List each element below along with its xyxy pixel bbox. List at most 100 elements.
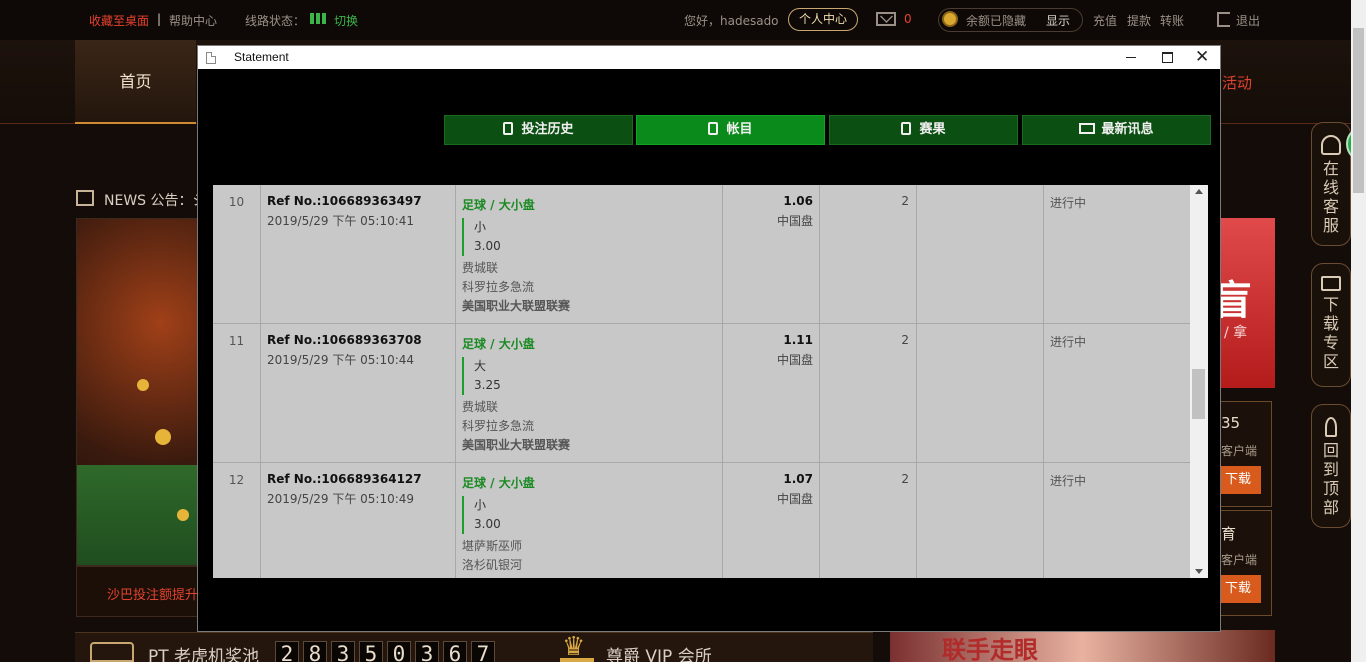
slot-machine-icon [90, 642, 134, 662]
odds-cell: 1.07 中国盘 [723, 463, 820, 578]
maximize-button[interactable] [1149, 46, 1185, 69]
download-box-2: 育 客户端 下载 [1220, 510, 1272, 616]
match-teams: 堪萨斯巫师 洛杉矶银河 [462, 537, 722, 575]
jackpot-digit: 7 [471, 641, 495, 662]
stake-amount: 2 [820, 463, 917, 578]
banner-caption[interactable]: 沙巴投注额提升 [76, 566, 198, 617]
pick-side: 小 [474, 220, 487, 234]
tab-results[interactable]: 赛果 [829, 115, 1018, 145]
home-team: 堪萨斯巫师 [462, 539, 523, 553]
coin-graphic [137, 379, 149, 391]
game-banner[interactable]: 联手走眼 [890, 630, 1275, 662]
jackpot-counter: 2 8 3 5 0 3 6 7 [275, 641, 495, 662]
envelope-icon [1079, 123, 1096, 134]
ref-number: Ref No.:106689364127 [267, 472, 422, 486]
away-team: 科罗拉多急流 [462, 419, 535, 433]
transfer-link[interactable]: 转账 [1160, 12, 1184, 29]
bet-datetime: 2019/5/29 下午 05:10:49 [267, 492, 415, 506]
scroll-down-icon[interactable] [1195, 569, 1203, 574]
table-scroll-thumb[interactable] [1192, 369, 1205, 419]
odds-value: 1.11 [783, 333, 813, 347]
jackpot-digit: 3 [331, 641, 355, 662]
page-scroll-thumb[interactable] [1353, 28, 1364, 193]
side-button-back-to-top[interactable]: 回到顶部 [1311, 404, 1351, 528]
side-button-download[interactable]: 下载专区 [1311, 263, 1351, 387]
bet-details: 足球 / 大小盘 小 3.00 费城联 科罗拉多急流 美国职业大联盟联赛 [456, 185, 723, 324]
ref-number: Ref No.:106689363497 [267, 194, 422, 208]
promo-banner[interactable] [76, 218, 198, 566]
tab-bet-history[interactable]: 投注历史 [444, 115, 633, 145]
download-subtitle: 客户端 [1221, 444, 1258, 458]
bet-type: 足球 / 大小盘 [462, 476, 535, 490]
topbar-divider: | [157, 12, 162, 26]
statement-window: Statement ✕ 投注历史 帐目 赛果 最新讯息 10 Ref No.:1… [197, 45, 1221, 632]
win-loss-cell [917, 185, 1044, 324]
match-teams: 费城联 科罗拉多急流 美国职业大联盟联赛 [462, 398, 722, 455]
tab-latest-news[interactable]: 最新讯息 [1022, 115, 1211, 145]
jackpot-digit: 5 [359, 641, 383, 662]
handicap-line: 3.00 [474, 239, 501, 253]
line-status-label: 线路状态： [245, 14, 306, 28]
mail-icon[interactable] [876, 12, 896, 26]
bookmark-link[interactable]: 收藏至桌面 [89, 12, 149, 29]
switch-line-link[interactable]: 切换 [334, 12, 358, 29]
side-button-label: 在线客服 [1323, 159, 1340, 235]
download-title: 育 [1221, 525, 1237, 543]
download-button[interactable]: 下载 [1221, 575, 1261, 603]
statement-table[interactable]: 10 Ref No.:106689363497 2019/5/29 下午 05:… [213, 185, 1208, 578]
nav-home[interactable]: 首页 [75, 40, 196, 124]
mail-count: 0 [904, 12, 912, 26]
monitor-icon [1321, 276, 1341, 291]
odds-cell: 1.06 中国盘 [723, 185, 820, 324]
scroll-up-icon[interactable] [1195, 189, 1203, 194]
side-button-label: 回到顶部 [1323, 441, 1340, 517]
bet-status: 进行中 [1050, 474, 1087, 488]
handicap-line: 3.00 [474, 517, 501, 531]
bet-details: 足球 / 大小盘 小 3.00 堪萨斯巫师 洛杉矶银河 [456, 463, 723, 578]
minimize-button[interactable] [1113, 46, 1149, 69]
close-button[interactable]: ✕ [1185, 46, 1221, 69]
minimize-icon [1126, 57, 1136, 58]
deposit-link[interactable]: 充值 [1093, 12, 1117, 29]
ref-cell: Ref No.:106689364127 2019/5/29 下午 05:10:… [261, 463, 456, 578]
window-titlebar[interactable]: Statement ✕ [198, 46, 1220, 69]
download-button[interactable]: 下载 [1221, 466, 1261, 494]
ref-number: Ref No.:106689363708 [267, 333, 422, 347]
home-team: 费城联 [462, 261, 499, 275]
signal-icon [310, 13, 326, 24]
bet-type: 足球 / 大小盘 [462, 198, 535, 212]
stake-amount: 2 [820, 185, 917, 324]
table-row: 12 Ref No.:106689364127 2019/5/29 下午 05:… [213, 463, 1190, 578]
logout-icon[interactable] [1217, 12, 1230, 27]
jackpot-digit: 8 [303, 641, 327, 662]
jackpot-label[interactable]: PT 老虎机奖池 [148, 642, 259, 662]
side-button-customer-service[interactable]: 在线客服 [1311, 122, 1351, 246]
withdraw-link[interactable]: 提款 [1127, 12, 1151, 29]
jackpot-digit: 2 [275, 641, 299, 662]
user-center-button[interactable]: 个人中心 [788, 8, 858, 31]
side-button-label: 下载专区 [1323, 295, 1340, 371]
headset-icon [1321, 135, 1341, 155]
bet-datetime: 2019/5/29 下午 05:10:41 [267, 214, 415, 228]
table-scrollbar[interactable] [1190, 185, 1208, 578]
show-balance-button[interactable]: 显示 [1046, 12, 1070, 29]
pick-side: 大 [474, 359, 487, 373]
clipboard-icon [503, 122, 514, 135]
away-team: 科罗拉多急流 [462, 280, 535, 294]
stake-amount: 2 [820, 324, 917, 463]
promo-red-banner[interactable]: 盲 / 拿 [1220, 218, 1275, 388]
nav-activity[interactable]: 活动 [1222, 72, 1252, 93]
tab-account-statement[interactable]: 帐目 [636, 115, 825, 145]
odds-value: 1.07 [783, 472, 813, 486]
news-ticker[interactable]: NEWS 公告：ジ [104, 190, 207, 210]
logout-link[interactable]: 退出 [1236, 12, 1260, 29]
help-center-link[interactable]: 帮助中心 [169, 12, 217, 29]
page-scrollbar[interactable] [1351, 0, 1366, 662]
table-row: 10 Ref No.:106689363497 2019/5/29 下午 05:… [213, 185, 1190, 324]
bet-selection: 大 3.25 [462, 357, 722, 395]
row-number: 10 [213, 185, 261, 324]
coin-graphic [155, 429, 171, 445]
jackpot-digit: 6 [443, 641, 467, 662]
vip-club-link[interactable]: 尊爵 VIP 会所 [606, 642, 712, 662]
bet-status: 进行中 [1050, 196, 1087, 210]
